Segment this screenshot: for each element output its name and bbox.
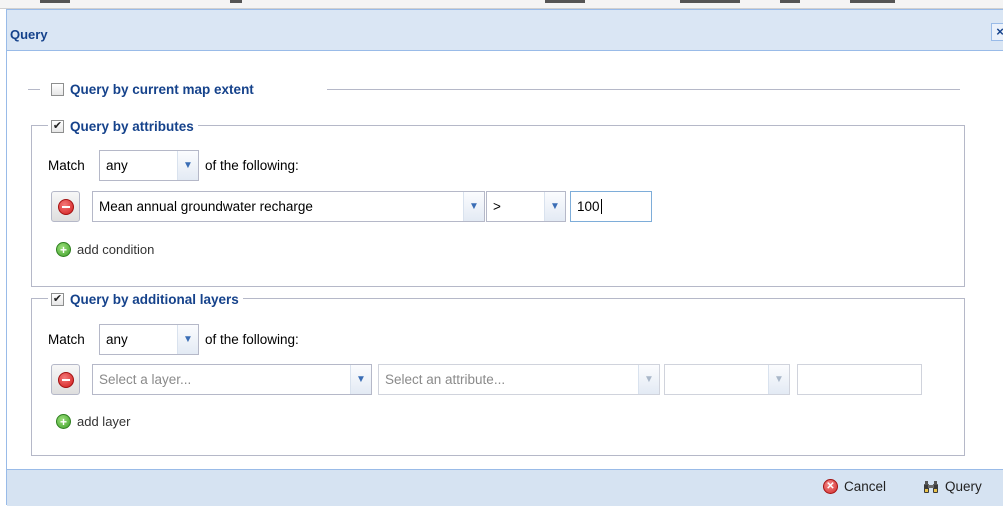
attributes-match-prefix: Match xyxy=(48,158,85,173)
query-button[interactable]: Query xyxy=(923,479,982,494)
condition-field-select[interactable]: Mean annual groundwater recharge ▼ xyxy=(92,191,485,222)
chevron-down-icon[interactable]: ▼ xyxy=(350,365,371,394)
extent-checkbox[interactable] xyxy=(51,82,64,96)
condition-value-text: 100 xyxy=(577,199,600,214)
cancel-button[interactable]: ✕ Cancel xyxy=(823,479,886,494)
cancel-icon: ✕ xyxy=(823,479,838,494)
layer-select[interactable]: Select a layer... ▼ xyxy=(92,364,372,395)
attributes-match-value: any xyxy=(106,158,128,173)
layers-match-suffix: of the following: xyxy=(205,332,299,347)
condition-operator-value: > xyxy=(493,199,501,214)
attributes-checkbox[interactable]: ✔ xyxy=(51,119,64,133)
layers-match-value: any xyxy=(106,332,128,347)
dialog-footer: ✕ Cancel Query xyxy=(7,470,1003,506)
add-condition-label: add condition xyxy=(77,242,155,257)
chevron-down-icon[interactable]: ▼ xyxy=(177,325,198,354)
attributes-match-suffix: of the following: xyxy=(205,158,299,173)
chevron-down-icon[interactable]: ▼ xyxy=(768,365,789,394)
chevron-down-icon[interactable]: ▼ xyxy=(544,192,565,221)
text-cursor xyxy=(600,199,602,214)
remove-condition-button[interactable] xyxy=(51,191,80,222)
add-icon: + xyxy=(56,414,71,429)
cancel-label: Cancel xyxy=(844,479,887,494)
attributes-match-select[interactable]: any ▼ xyxy=(99,150,199,181)
remove-icon xyxy=(57,371,74,388)
chevron-down-icon[interactable]: ▼ xyxy=(463,192,484,221)
attributes-label: Query by attributes xyxy=(70,118,194,134)
condition-field-value: Mean annual groundwater recharge xyxy=(99,199,313,214)
background-map-strip xyxy=(0,0,1003,9)
layers-checkbox[interactable]: ✔ xyxy=(51,292,64,306)
layers-match-select[interactable]: any ▼ xyxy=(99,324,199,355)
attribute-select-placeholder: Select an attribute... xyxy=(385,372,506,387)
add-icon: + xyxy=(56,242,71,257)
layers-legend: ✔ Query by additional layers xyxy=(48,290,243,308)
add-condition-button[interactable]: + add condition xyxy=(56,242,154,257)
chevron-down-icon[interactable]: ▼ xyxy=(177,151,198,180)
add-layer-button[interactable]: + add layer xyxy=(56,414,130,429)
extent-label: Query by current map extent xyxy=(70,81,254,97)
remove-icon xyxy=(57,198,74,215)
extent-legend: Query by current map extent xyxy=(48,80,258,98)
layer-value-input[interactable] xyxy=(797,364,922,395)
close-button[interactable]: × xyxy=(991,23,1003,41)
chevron-down-icon[interactable]: ▼ xyxy=(638,365,659,394)
condition-operator-select[interactable]: > ▼ xyxy=(486,191,566,222)
add-layer-label: add layer xyxy=(77,414,131,429)
attributes-legend: ✔ Query by attributes xyxy=(48,117,198,135)
layers-match-prefix: Match xyxy=(48,332,85,347)
dialog-body: Query by current map extent ✔ Query by a… xyxy=(7,50,1003,470)
layer-select-placeholder: Select a layer... xyxy=(99,372,192,387)
remove-layer-button[interactable] xyxy=(51,364,80,395)
binoculars-icon xyxy=(923,480,939,494)
condition-value-input[interactable]: 100 xyxy=(570,191,652,222)
dialog-title: Query xyxy=(10,27,48,42)
query-dialog: Query × Query by current map extent ✔ Qu… xyxy=(6,9,1003,506)
dialog-titlebar[interactable]: Query × xyxy=(7,10,1003,50)
extent-fieldset-line-left xyxy=(28,89,40,90)
query-label: Query xyxy=(945,479,982,494)
extent-fieldset-line-right xyxy=(327,89,960,90)
layers-label: Query by additional layers xyxy=(70,291,239,307)
layer-operator-select[interactable]: ▼ xyxy=(664,364,790,395)
attribute-select[interactable]: Select an attribute... ▼ xyxy=(378,364,660,395)
